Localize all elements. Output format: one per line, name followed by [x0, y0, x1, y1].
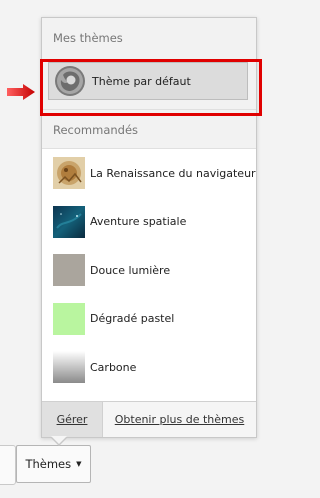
theme-label: Carbone [90, 360, 137, 374]
arrow-right-icon [7, 84, 35, 100]
recommended-list: La Renaissance du navigateur Aventure sp… [42, 149, 256, 392]
theme-item-soft-light[interactable]: Douce lumière [42, 246, 256, 295]
get-more-themes-button[interactable]: Obtenir plus de thèmes [103, 402, 256, 437]
highlight-box [40, 59, 262, 116]
theme-label: Dégradé pastel [90, 312, 175, 326]
theme-label: Aventure spatiale [90, 215, 187, 229]
theme-label: Douce lumière [90, 263, 171, 277]
manage-button[interactable]: Gérer [42, 402, 103, 437]
popup-caret-inner [51, 436, 67, 444]
themes-button-label: Thèmes [25, 457, 72, 471]
chevron-down-icon: ▼ [76, 460, 82, 468]
theme-label: La Renaissance du navigateur [90, 166, 256, 180]
renaissance-thumbnail [53, 157, 85, 190]
soft-light-thumbnail [53, 254, 85, 287]
left-toolbar-button[interactable] [0, 445, 16, 485]
theme-item-carbon[interactable]: Carbone [42, 343, 256, 392]
theme-item-space[interactable]: Aventure spatiale [42, 198, 256, 247]
theme-item-pastel[interactable]: Dégradé pastel [42, 295, 256, 344]
space-thumbnail [53, 205, 85, 238]
my-themes-header: Mes thèmes [42, 18, 256, 58]
themes-button[interactable]: Thèmes ▼ [16, 445, 91, 483]
popup-footer: Gérer Obtenir plus de thèmes [42, 401, 256, 437]
carbon-thumbnail [53, 351, 85, 384]
theme-item-renaissance[interactable]: La Renaissance du navigateur [42, 149, 256, 198]
pastel-gradient-thumbnail [53, 302, 85, 335]
